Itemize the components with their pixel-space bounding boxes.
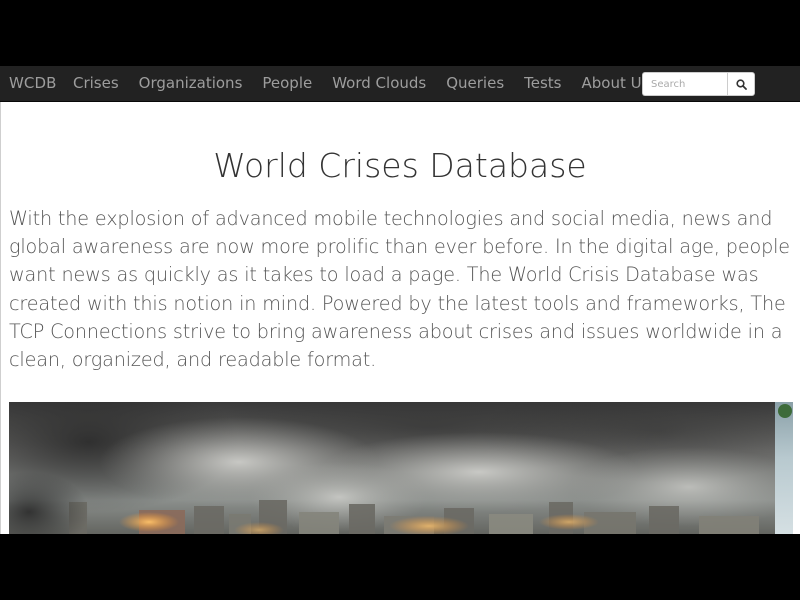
page-title: World Crises Database <box>213 146 587 185</box>
search-icon <box>735 78 747 90</box>
nav-link-tests[interactable]: Tests <box>514 66 571 100</box>
nav-item-queries: Queries <box>436 66 514 102</box>
nav-item-organizations: Organizations <box>129 66 253 102</box>
search-form <box>642 72 755 96</box>
nav-item-people: People <box>252 66 322 102</box>
hero-side-foliage <box>778 404 792 418</box>
smoke-city-illustration <box>9 402 775 534</box>
top-navbar: WCDB Crises Organizations People Word Cl… <box>0 66 800 102</box>
search-button[interactable] <box>727 72 755 96</box>
intro-paragraph: With the explosion of advanced mobile te… <box>9 207 790 372</box>
nav-link-people[interactable]: People <box>252 66 322 100</box>
hero-image <box>9 402 775 534</box>
nav-item-tests: Tests <box>514 66 571 102</box>
nav-item-crises: Crises <box>63 66 129 102</box>
nav-menu: Crises Organizations People Word Clouds … <box>63 66 659 102</box>
browser-viewport: WCDB Crises Organizations People Word Cl… <box>0 66 800 534</box>
nav-link-word-clouds[interactable]: Word Clouds <box>322 66 436 100</box>
brand-link[interactable]: WCDB <box>9 74 57 92</box>
hero-side-image <box>775 402 793 534</box>
nav-link-queries[interactable]: Queries <box>436 66 514 100</box>
nav-item-word-clouds: Word Clouds <box>322 66 436 102</box>
nav-link-crises[interactable]: Crises <box>63 66 129 100</box>
search-input[interactable] <box>642 72 727 96</box>
nav-link-organizations[interactable]: Organizations <box>129 66 253 100</box>
